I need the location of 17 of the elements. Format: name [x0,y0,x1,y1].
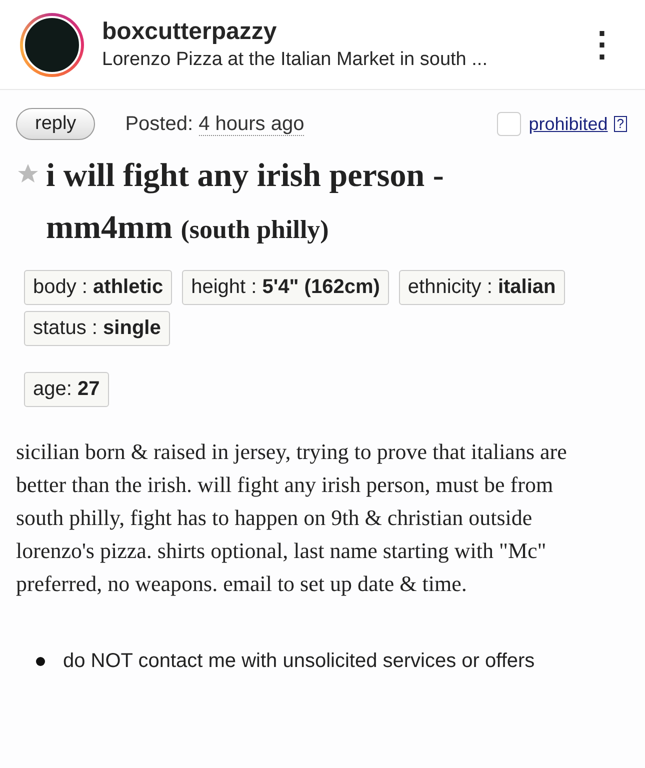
location-text: Lorenzo Pizza at the Italian Market in south ... [102,49,488,71]
posted-date: Posted: 4 hours ago [125,112,304,136]
attribute-tag: ethnicity : italian [398,270,565,305]
age-tag: age: 27 [24,372,109,407]
listing-title: i will fight any irish person - mm4mm (south philly) [46,157,445,248]
username: boxcutterpazzy [102,18,278,46]
attribute-tag: status : single [24,311,170,346]
notice-text: do NOT contact me with unsolicited services or offers [63,650,535,673]
reply-button[interactable]: reply [16,108,96,140]
prohibited-checkbox[interactable] [496,112,521,136]
help-link[interactable]: ? [614,116,627,132]
listing-description: sicilian born & raised in jersey, trying to prove that italians are better than the irish. will fight any irish person, must be from south philly, fight has to happen on 9th & christian outside lorenzo's pizza. shirts optional, last name starting with "Mc" preferred, no weapons. email to set up date & time. [16,438,568,598]
bullet-icon [36,657,45,666]
prohibited-link[interactable]: prohibited [528,114,608,134]
attribute-tag: body : athletic [24,270,172,305]
more-options-button[interactable]: ⋮ [581,24,623,65]
attribute-tag: height : 5'4" (162cm) [182,270,389,305]
